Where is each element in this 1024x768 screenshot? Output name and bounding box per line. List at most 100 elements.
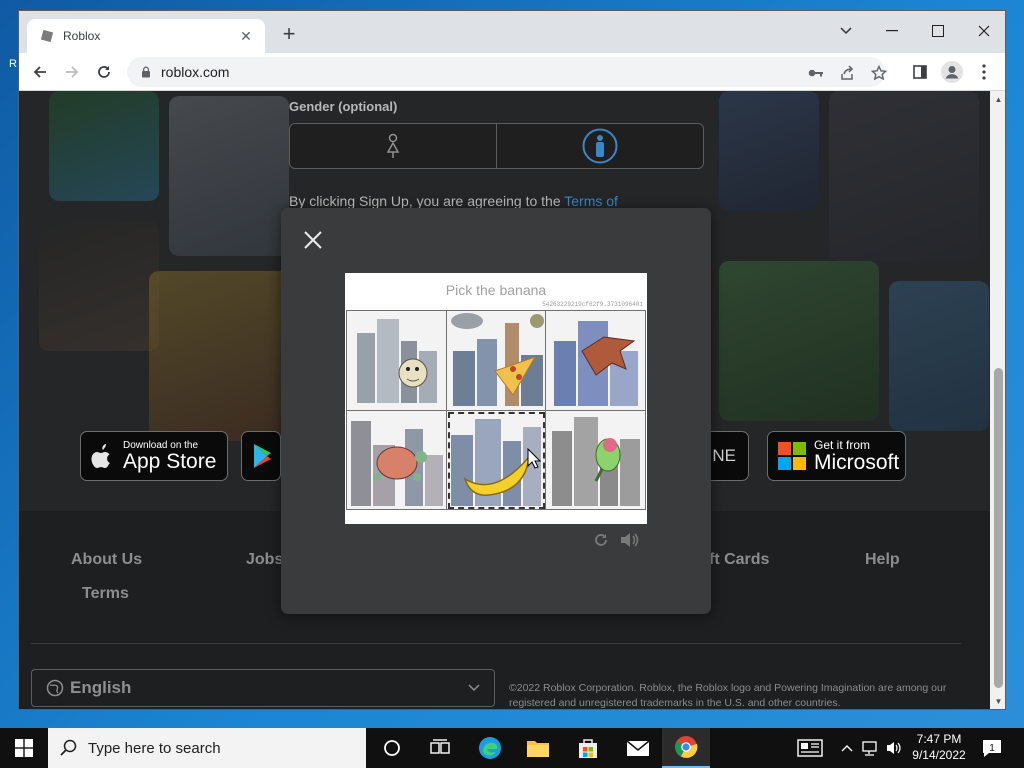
search-icon — [60, 739, 77, 756]
microsoft-small-text: Get it from — [814, 437, 871, 452]
tray-overflow-button[interactable] — [836, 728, 858, 768]
windows-logo-icon — [15, 739, 33, 757]
scroll-down-icon[interactable]: ▼ — [994, 697, 1003, 707]
google-play-icon — [254, 444, 271, 468]
audio-icon[interactable] — [619, 532, 639, 548]
task-view-button[interactable] — [416, 728, 464, 768]
notification-count: 1 — [989, 743, 995, 754]
notification-center-icon[interactable]: 1 — [980, 736, 1004, 760]
side-panel-button[interactable] — [907, 59, 933, 85]
address-bar[interactable]: roblox.com — [127, 57, 888, 87]
desktop-icon-label: R — [9, 58, 17, 70]
network-button[interactable] — [858, 728, 882, 768]
chrome-icon — [675, 736, 698, 758]
captcha-prompt: Pick the banana — [445, 282, 547, 298]
file-explorer-taskbar-button[interactable] — [514, 728, 562, 768]
footer-help-link[interactable]: Help — [865, 551, 900, 569]
apple-icon — [91, 444, 110, 468]
menu-button[interactable] — [971, 59, 997, 85]
chrome-taskbar-button[interactable] — [662, 728, 710, 768]
taskbar-search-box[interactable]: Type here to search — [48, 728, 366, 768]
task-view-icon — [430, 739, 450, 754]
store-bag-icon — [579, 739, 597, 758]
tab-close-icon[interactable]: ✕ — [237, 28, 255, 45]
scroll-thumb[interactable] — [994, 368, 1003, 688]
back-button[interactable] — [27, 59, 53, 85]
network-icon — [862, 741, 877, 756]
close-icon — [978, 25, 990, 37]
system-clock[interactable]: 7:47 PM 9/14/2022 — [906, 731, 972, 763]
lock-icon — [142, 66, 150, 78]
url-text: roblox.com — [161, 64, 230, 80]
refresh-icon[interactable] — [593, 532, 609, 548]
mail-icon — [626, 740, 650, 756]
captcha-tile-pizza[interactable] — [446, 311, 547, 411]
microsoft-logo-icon — [778, 442, 806, 470]
app-store-badge[interactable]: Download on the App Store — [80, 431, 228, 481]
minimize-button[interactable] — [869, 17, 915, 45]
volume-icon — [887, 742, 901, 754]
browser-toolbar: roblox.com — [19, 53, 1005, 91]
forward-button[interactable] — [59, 59, 85, 85]
modal-close-icon[interactable] — [301, 228, 325, 252]
captcha-tile-turtle[interactable] — [347, 410, 447, 510]
footer-about-us-link[interactable]: About Us — [71, 551, 142, 569]
reload-icon — [98, 66, 110, 78]
language-select[interactable]: English — [31, 669, 495, 707]
browser-window: Roblox ✕ + roblox.com Gender (optional) … — [18, 10, 1006, 710]
microsoft-big-text: Microsoft — [814, 450, 900, 474]
mouse-cursor-icon — [527, 448, 541, 469]
gender-female-button[interactable] — [290, 124, 496, 168]
captcha-tile-bird[interactable] — [546, 311, 646, 411]
captcha-grid — [346, 310, 646, 510]
gender-label: Gender (optional) — [289, 99, 398, 114]
store-taskbar-button[interactable] — [564, 728, 612, 768]
google-play-badge[interactable] — [241, 431, 281, 481]
turtle-tile-image — [351, 420, 443, 506]
volume-button[interactable] — [882, 728, 906, 768]
new-tab-button[interactable]: + — [277, 23, 301, 47]
tab-strip: Roblox ✕ + — [19, 11, 1005, 53]
scroll-up-icon[interactable]: ▲ — [994, 95, 1003, 105]
microsoft-store-badge[interactable]: Get it from Microsoft — [767, 431, 906, 481]
key-icon[interactable] — [807, 64, 825, 82]
close-window-button[interactable] — [961, 17, 1005, 45]
arrow-left-icon — [33, 66, 46, 78]
start-button[interactable] — [0, 728, 48, 768]
mail-taskbar-button[interactable] — [614, 728, 662, 768]
captcha-id: 54263229219cf62f9.3731096401 — [542, 301, 643, 308]
tab-search-button[interactable] — [823, 17, 869, 45]
captcha-modal: Pick the banana 54263229219cf62f9.373109… — [281, 208, 711, 614]
arrow-right-icon — [66, 66, 79, 78]
tab-roblox[interactable]: Roblox ✕ — [27, 19, 265, 53]
terms-notice: By clicking Sign Up, you are agreeing to… — [289, 193, 618, 209]
share-icon[interactable] — [838, 64, 856, 82]
gender-male-button[interactable] — [496, 124, 703, 168]
chevron-up-icon — [841, 745, 853, 752]
tab-title: Roblox — [63, 29, 101, 43]
gender-selector — [289, 123, 704, 169]
kebab-menu-icon — [982, 64, 986, 80]
chevron-down-icon — [468, 684, 480, 692]
cortana-button[interactable] — [368, 728, 416, 768]
footer-divider — [31, 643, 961, 644]
taskbar-search-placeholder: Type here to search — [88, 739, 221, 757]
captcha-tile-parrot[interactable] — [546, 410, 646, 510]
bookmark-star-icon[interactable] — [870, 64, 888, 82]
footer-gift-cards-link[interactable]: ft Cards — [709, 551, 769, 569]
terms-link[interactable]: Terms of — [564, 193, 618, 209]
maximize-button[interactable] — [915, 17, 961, 45]
web-page: Gender (optional) By clicking Sign Up, y… — [19, 91, 990, 709]
edge-taskbar-button[interactable] — [466, 728, 514, 768]
footer-terms-link[interactable]: Terms — [82, 585, 129, 603]
pizza-tile-image — [450, 313, 544, 406]
captcha-tile-monkey[interactable] — [347, 311, 447, 411]
page-scrollbar[interactable]: ▲ ▼ — [990, 91, 1005, 709]
female-icon — [386, 133, 400, 158]
profile-button[interactable] — [939, 59, 965, 85]
terms-prefix: By clicking Sign Up, you are agreeing to… — [289, 193, 561, 209]
reload-button[interactable] — [91, 59, 117, 85]
news-widget-button[interactable] — [786, 728, 834, 768]
footer-jobs-link[interactable]: Jobs — [246, 551, 283, 569]
avatar-icon — [941, 61, 963, 83]
